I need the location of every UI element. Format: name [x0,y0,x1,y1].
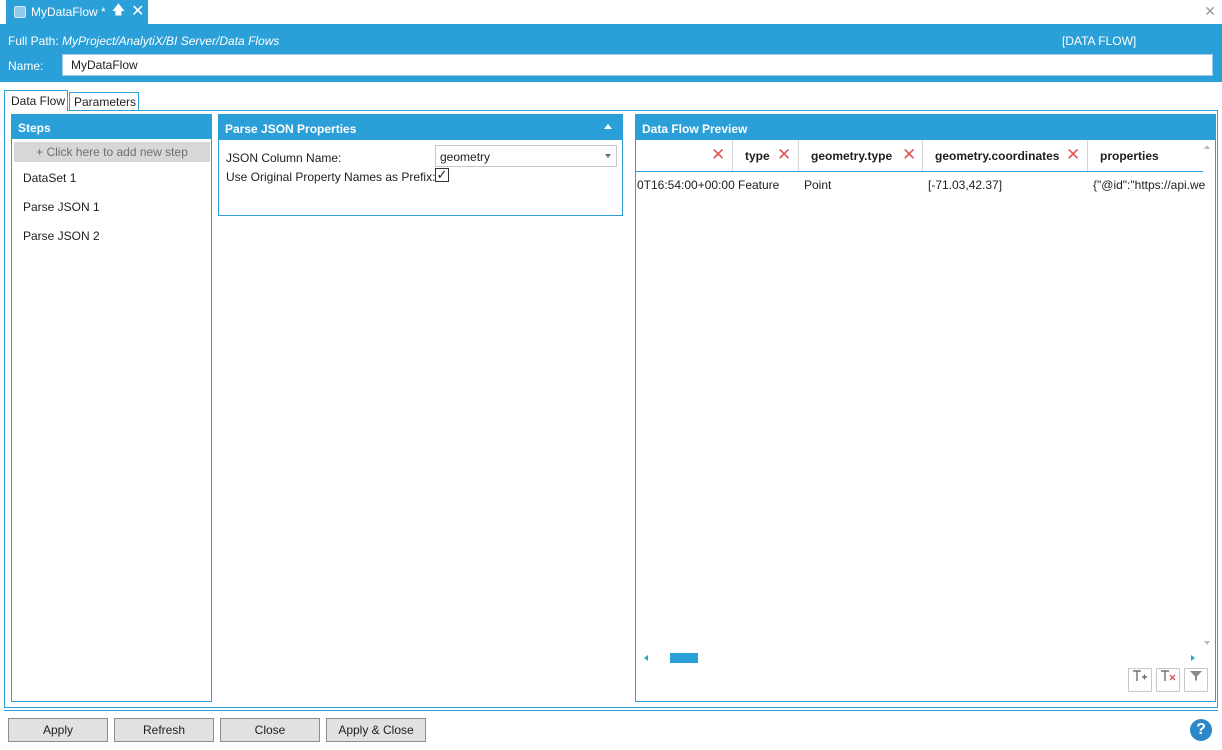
footer-divider [4,710,1218,711]
horizontal-scrollbar-thumb[interactable] [670,653,698,663]
remove-column-icon[interactable] [1156,668,1180,692]
refresh-button[interactable]: Refresh [114,718,214,742]
column-header-label: properties [1100,149,1159,163]
tab-parameters[interactable]: Parameters [69,92,139,110]
apply-button[interactable]: Apply [8,718,108,742]
scroll-right-icon[interactable] [1191,655,1195,661]
fullpath-value: MyProject/AnalytiX/BI Server/Data Flows [62,34,280,48]
step-item-parse-json-1[interactable]: Parse JSON 1 [23,200,100,220]
window-close-icon[interactable]: ✕ [1204,3,1216,20]
json-column-select[interactable]: geometry [435,145,617,167]
dataflow-icon [14,6,26,18]
type-tag: [DATA FLOW] [1062,34,1137,48]
steps-header: Steps [12,115,211,139]
help-icon[interactable]: ? [1190,719,1212,741]
parse-json-properties-panel: Parse JSON Properties JSON Column Name: … [218,114,623,216]
remove-column-icon[interactable]: ✕ [777,146,791,163]
add-column-glyph [1133,670,1147,681]
table-cell: Feature [738,178,780,192]
table-cell: 0T16:54:00+00:00 [637,178,735,192]
step-item-parse-json-2[interactable]: Parse JSON 2 [23,229,100,249]
steps-panel: Steps + Click here to add new step DataS… [11,114,212,702]
tab-data-flow[interactable]: Data Flow [4,90,68,111]
json-column-label: JSON Column Name: [226,151,342,165]
add-step-button[interactable]: + Click here to add new step [14,142,210,162]
column-header-properties[interactable]: properties [1088,140,1203,171]
prefix-label: Use Original Property Names as Prefix: [226,170,436,184]
remove-column-icon[interactable]: ✕ [902,146,916,163]
filter-glyph [1190,671,1202,681]
column-header-date[interactable]: ✕ [636,140,733,171]
column-header-type[interactable]: type ✕ [733,140,799,171]
table-cell: {"@id":"https://api.we [1093,178,1206,192]
remove-column-glyph [1161,670,1176,681]
column-header-label: geometry.type [811,149,893,163]
parse-json-header: Parse JSON Properties [219,115,622,140]
chevron-down-icon [605,154,611,158]
document-tab[interactable]: MyDataFlow * 🡅 ✕ [6,0,148,24]
scroll-down-icon[interactable] [1204,641,1210,645]
column-header-label: geometry.coordinates [935,149,1060,163]
pin-icon[interactable]: 🡅 [112,1,125,23]
column-header-geometry-coordinates[interactable]: geometry.coordinates ✕ [923,140,1088,171]
prefix-checkbox[interactable]: ✓ [435,168,449,182]
name-label: Name: [8,59,44,73]
name-input[interactable]: MyDataFlow [62,54,1213,76]
apply-close-button[interactable]: Apply & Close [326,718,426,742]
column-header-geometry-type[interactable]: geometry.type ✕ [799,140,923,171]
vertical-scrollbar[interactable] [1204,145,1212,645]
document-tab-title: MyDataFlow * [31,5,106,19]
remove-column-icon[interactable]: ✕ [1066,146,1080,163]
table-cell: [-71.03,42.37] [928,178,1003,192]
scroll-left-icon[interactable] [644,655,648,661]
grid-header: ✕ type ✕ geometry.type ✕ geometry.coordi… [636,140,1203,172]
collapse-icon[interactable] [604,124,612,129]
tab-close-icon[interactable]: ✕ [131,4,144,20]
fullpath-label: Full Path: [8,34,59,48]
column-header-label: type [745,149,770,163]
scroll-up-icon[interactable] [1204,145,1210,149]
step-item-dataset-1[interactable]: DataSet 1 [23,171,76,191]
filter-icon[interactable] [1184,668,1208,692]
preview-header: Data Flow Preview [636,115,1215,140]
close-button[interactable]: Close [220,718,320,742]
json-column-value: geometry [440,150,491,164]
remove-column-icon[interactable]: ✕ [711,146,725,163]
add-column-icon[interactable] [1128,668,1152,692]
table-cell: Point [804,178,832,192]
data-flow-preview-panel: Data Flow Preview ✕ type ✕ geometry.type… [635,114,1216,702]
